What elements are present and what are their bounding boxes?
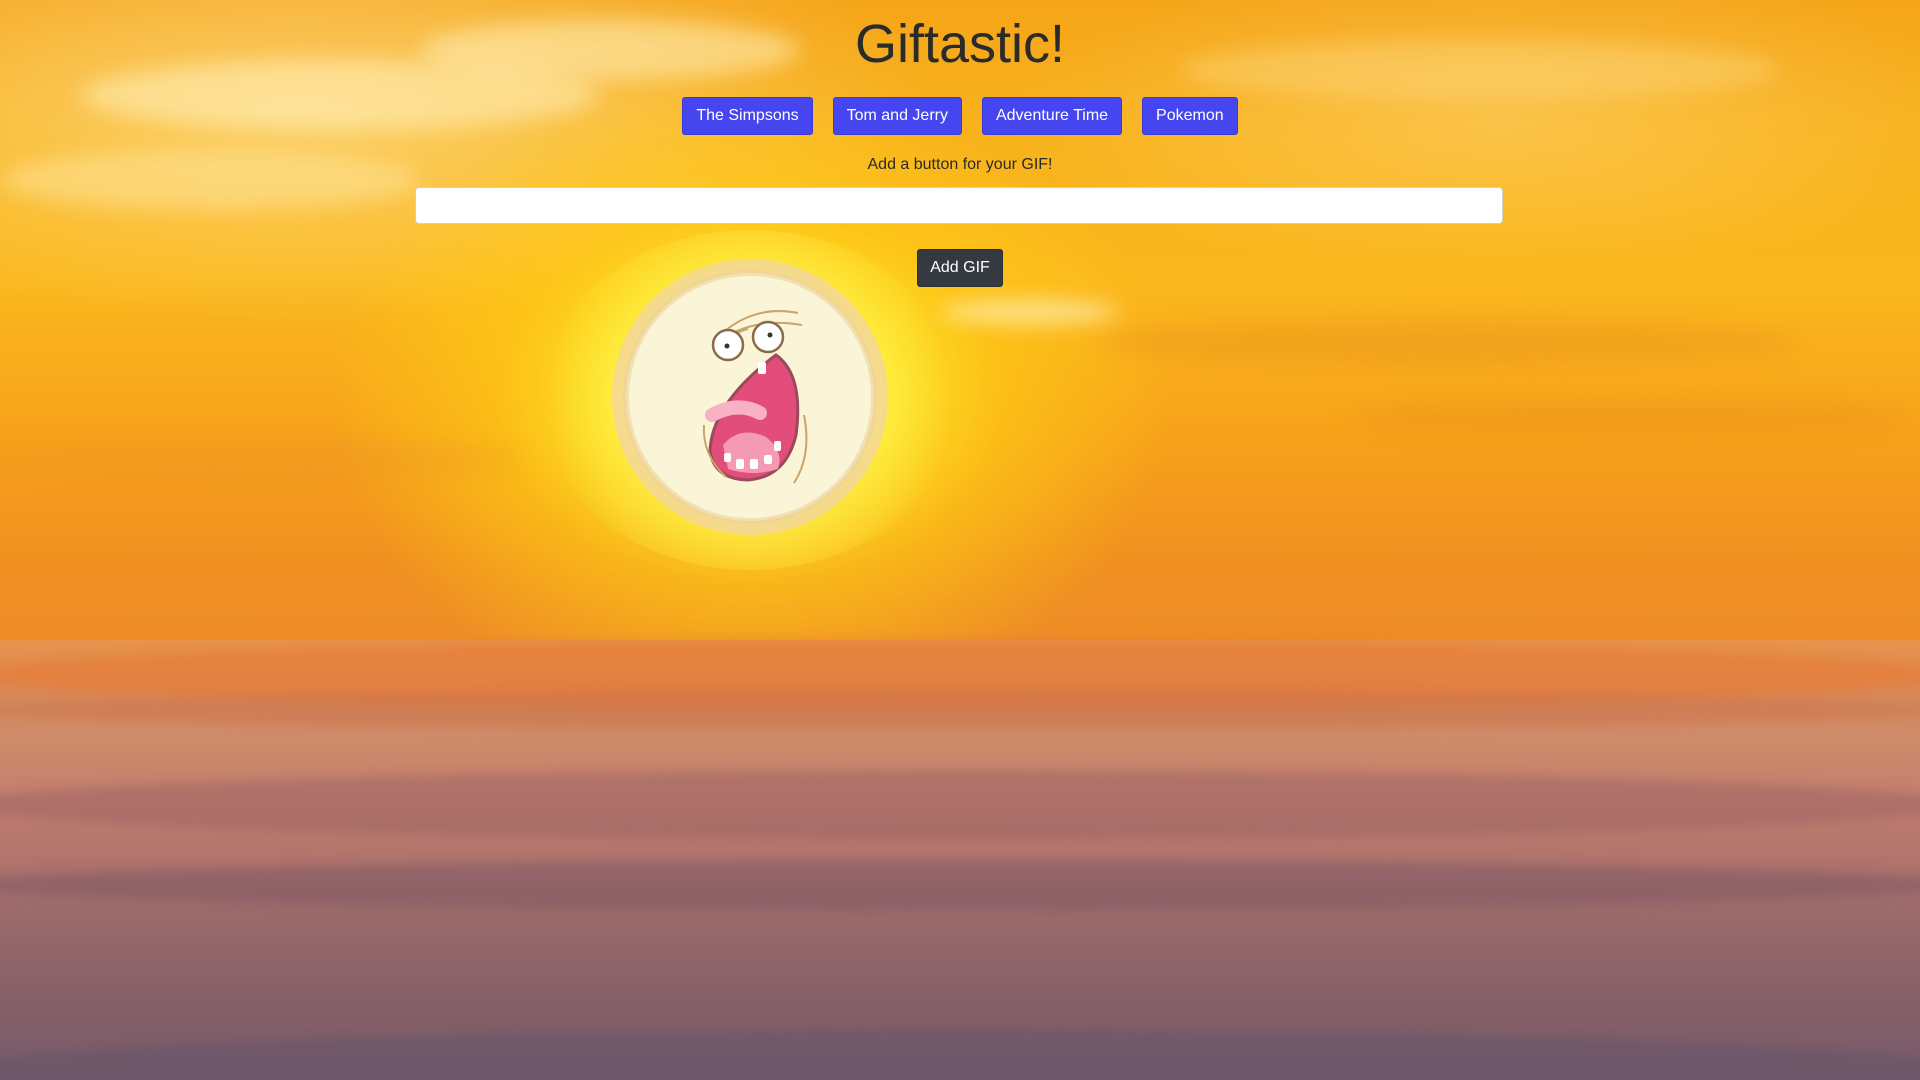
cloud	[1350, 400, 1910, 435]
topic-button-pokemon[interactable]: Pokemon	[1142, 97, 1238, 135]
cloud	[940, 300, 1120, 324]
page-title: Giftastic!	[854, 14, 1066, 74]
topic-button-tom-and-jerry[interactable]: Tom and Jerry	[832, 97, 962, 135]
add-button-prompt: Add a button for your GIF!	[867, 156, 1053, 173]
cloud	[0, 440, 520, 480]
screaming-sun-face-icon	[612, 259, 888, 535]
add-gif-button[interactable]: Add GIF	[917, 249, 1003, 287]
topic-button-bar: The Simpsons Tom and Jerry Adventure Tim…	[0, 97, 1920, 135]
wave	[0, 770, 1920, 840]
topic-button-the-simpsons[interactable]: The Simpsons	[682, 97, 813, 135]
gif-topic-input[interactable]	[415, 187, 1503, 224]
wave	[0, 690, 1920, 730]
cloud	[1100, 320, 1800, 365]
wave	[0, 860, 1920, 910]
topic-button-adventure-time[interactable]: Adventure Time	[981, 97, 1123, 135]
